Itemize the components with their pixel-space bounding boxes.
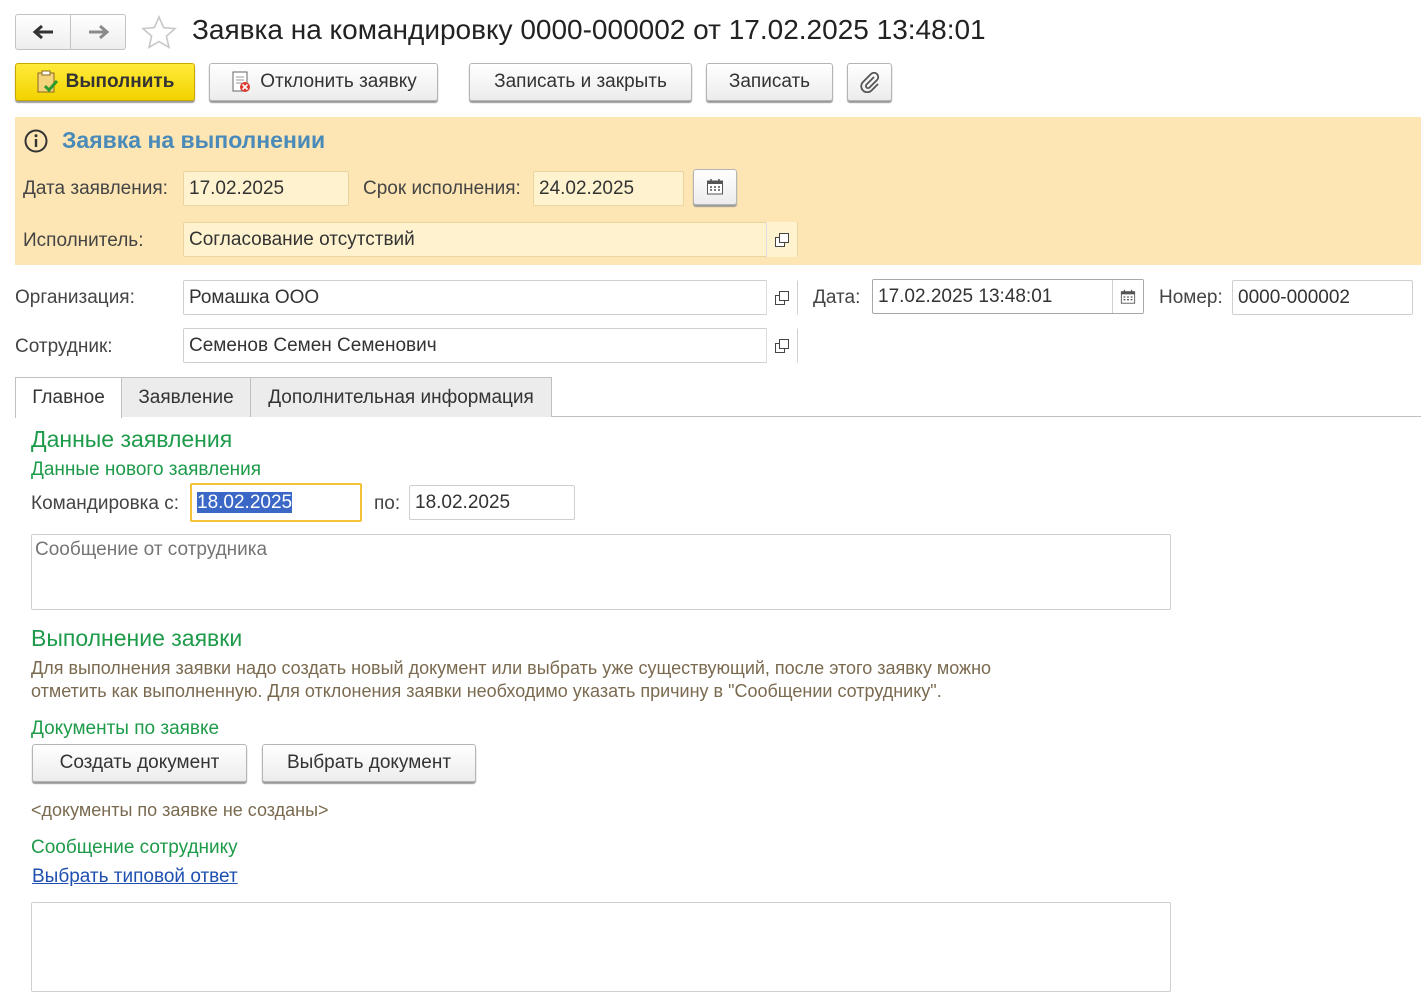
calendar-button[interactable]: [693, 169, 737, 205]
executor-label: Исполнитель:: [23, 230, 144, 251]
trip-from-value: 18.02.2025: [197, 492, 293, 513]
arrow-right-icon: [88, 24, 109, 40]
save-button[interactable]: Записать: [706, 63, 833, 101]
employee-label: Сотрудник:: [15, 336, 113, 357]
status-title: Заявка на выполнении: [62, 127, 326, 153]
tab-request-label: Заявление: [138, 386, 234, 408]
execution-title: Выполнение заявки: [31, 625, 243, 651]
executor-value: Согласование отсутствий: [189, 229, 415, 250]
execute-button[interactable]: Выполнить: [15, 63, 195, 101]
create-document-label: Создать документ: [59, 752, 220, 773]
open-window-icon: [775, 232, 789, 247]
favorite-button[interactable]: [140, 14, 178, 50]
calendar-icon: [1120, 289, 1136, 304]
back-button[interactable]: [16, 15, 71, 49]
message-to-employee-textarea[interactable]: [31, 902, 1171, 992]
reject-label: Отклонить заявку: [260, 71, 417, 92]
employee-value: Семенов Семен Семенович: [189, 335, 437, 356]
deadline-field[interactable]: 24.02.2025: [533, 171, 684, 206]
date-calendar-button[interactable]: [1112, 280, 1143, 313]
employee-message-textarea[interactable]: [31, 534, 1171, 610]
arrow-left-icon: [32, 24, 53, 40]
organization-label: Организация:: [15, 287, 135, 308]
execution-hint-line2: отметить как выполненную. Для отклонения…: [31, 681, 942, 701]
open-window-icon: [775, 290, 789, 305]
number-field[interactable]: 0000-000002: [1232, 280, 1413, 315]
attach-button[interactable]: [847, 63, 892, 101]
request-date-field[interactable]: 17.02.2025: [183, 171, 349, 206]
open-window-icon: [775, 338, 789, 353]
tab-additional-info[interactable]: Дополнительная информация: [250, 377, 552, 417]
employee-open-button[interactable]: [766, 328, 797, 363]
date-label: Дата:: [813, 287, 861, 308]
employee-field[interactable]: Семенов Семен Семенович: [183, 328, 798, 363]
tab-main-label: Главное: [32, 387, 105, 408]
reject-button[interactable]: Отклонить заявку: [209, 63, 438, 101]
star-icon: [141, 15, 177, 49]
clipboard-check-icon: [37, 70, 58, 93]
nav-group: [15, 14, 126, 50]
trip-to-field[interactable]: 18.02.2025: [409, 485, 575, 520]
create-document-button[interactable]: Создать документ: [32, 744, 247, 782]
execute-label: Выполнить: [65, 71, 175, 92]
executor-field[interactable]: Согласование отсутствий: [183, 222, 798, 257]
document-reject-icon: [232, 71, 251, 92]
execution-hint-line1: Для выполнения заявки надо создать новый…: [31, 658, 992, 678]
request-data-title: Данные заявления: [31, 426, 233, 452]
organization-field[interactable]: Ромашка ООО: [183, 280, 798, 315]
save-close-label: Записать и закрыть: [494, 71, 667, 92]
paperclip-icon: [859, 71, 879, 93]
save-close-button[interactable]: Записать и закрыть: [469, 63, 692, 101]
date-value: 17.02.2025 13:48:01: [878, 286, 1053, 307]
info-icon: [24, 129, 48, 153]
calendar-icon: [707, 179, 723, 195]
window-title: Заявка на командировку 0000-000002 от 17…: [192, 14, 986, 45]
trip-to-label: по:: [374, 493, 401, 514]
organization-value: Ромашка ООО: [189, 287, 320, 308]
select-document-label: Выбрать документ: [286, 752, 452, 773]
forward-button[interactable]: [71, 15, 126, 49]
trip-from-label: Командировка с:: [31, 493, 180, 514]
message-to-employee-title: Сообщение сотруднику: [31, 837, 238, 858]
documents-title: Документы по заявке: [31, 718, 220, 739]
tab-main[interactable]: Главное: [15, 377, 122, 418]
date-field[interactable]: 17.02.2025 13:48:01: [872, 279, 1144, 314]
executor-open-button[interactable]: [766, 222, 797, 257]
deadline-label: Срок исполнения:: [363, 178, 521, 199]
new-request-subtitle: Данные нового заявления: [31, 459, 262, 480]
save-label: Записать: [728, 71, 811, 92]
organization-open-button[interactable]: [766, 280, 797, 315]
status-panel: Заявка на выполнении Дата заявления: 17.…: [15, 117, 1421, 265]
request-date-label: Дата заявления:: [23, 178, 168, 199]
tab-additional-info-label: Дополнительная информация: [268, 386, 534, 408]
trip-from-field[interactable]: 18.02.2025: [190, 483, 362, 522]
number-label: Номер:: [1159, 287, 1223, 308]
select-document-button[interactable]: Выбрать документ: [262, 744, 476, 782]
no-documents-text: <документы по заявке не созданы>: [31, 800, 329, 820]
select-template-link[interactable]: Выбрать типовой ответ: [32, 866, 238, 888]
tab-request[interactable]: Заявление: [121, 377, 251, 417]
